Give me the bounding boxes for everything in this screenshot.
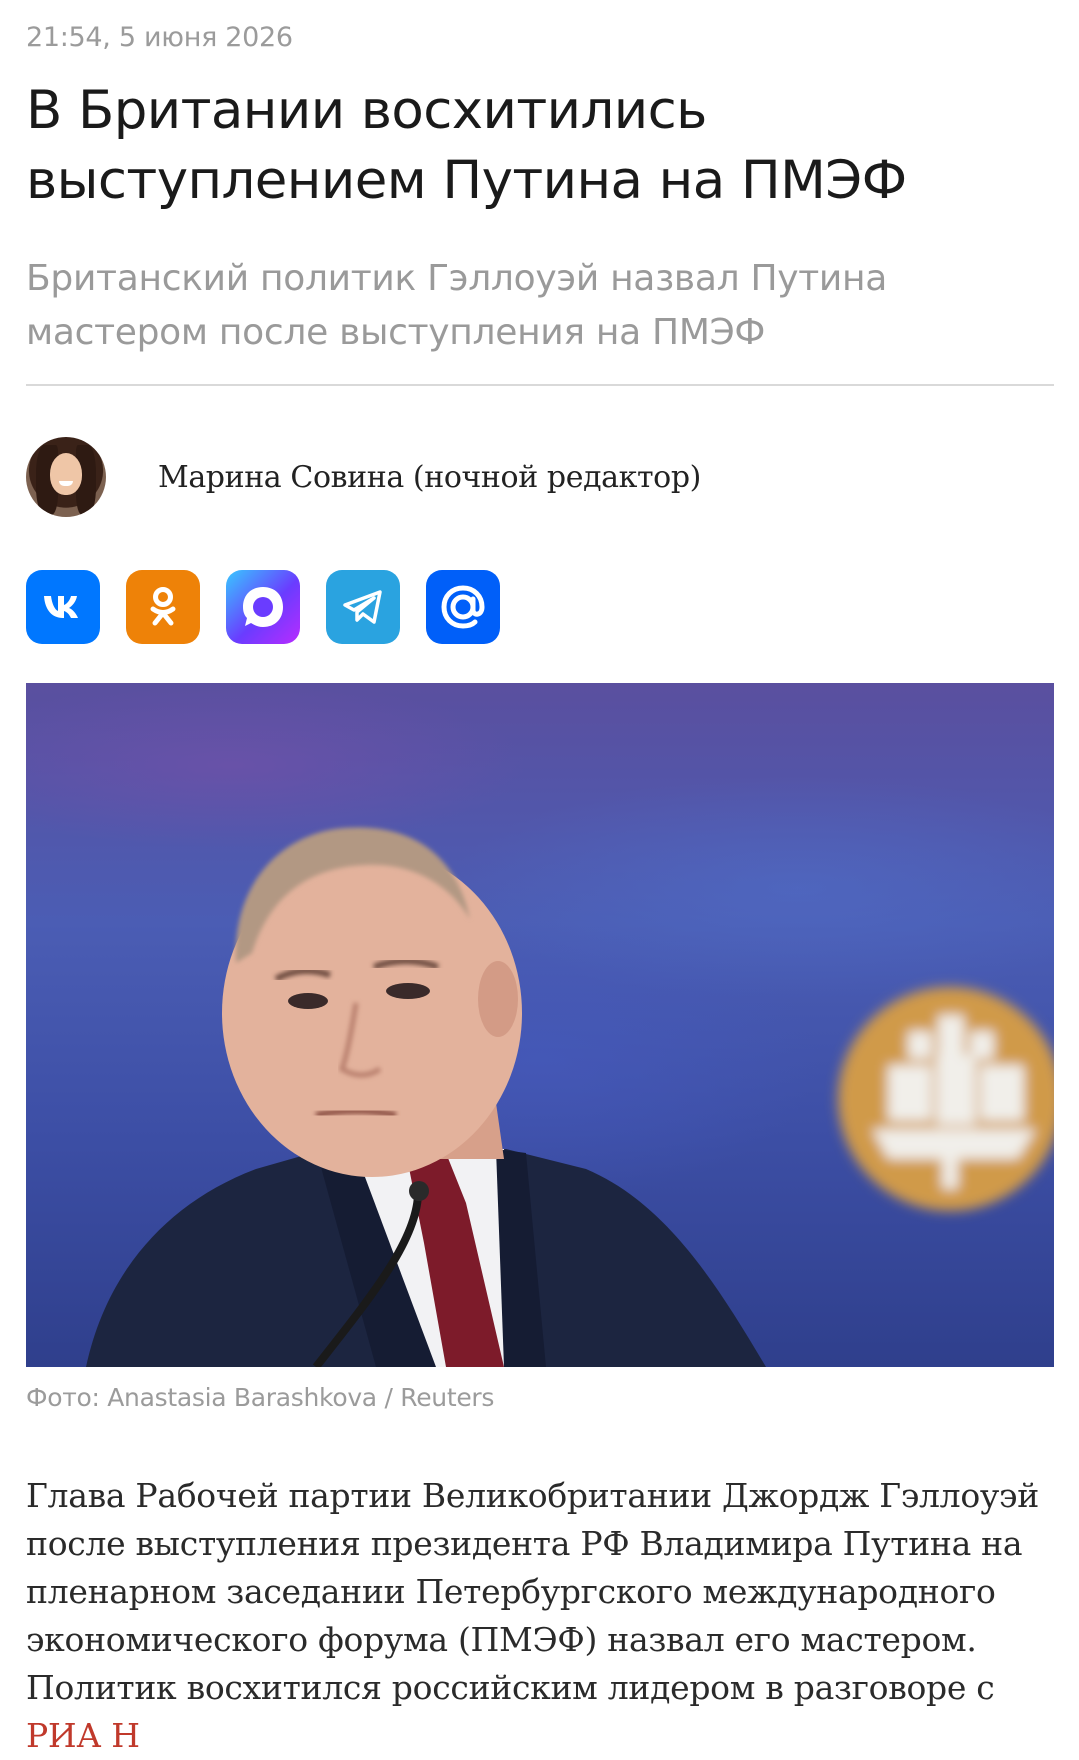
- article-headline: В Британии восхитились выступлением Пути…: [26, 80, 907, 211]
- article-body: Глава Рабочей партии Великобритании Джор…: [26, 1472, 1054, 1760]
- share-telegram-button[interactable]: [326, 570, 400, 644]
- article-body-text: Глава Рабочей партии Великобритании Джор…: [26, 1476, 1039, 1707]
- photo-illustration: [86, 827, 1054, 1367]
- source-link[interactable]: РИА Н: [26, 1716, 140, 1755]
- forum-logo: [838, 987, 1054, 1211]
- author-block[interactable]: Марина Совина (ночной редактор): [26, 436, 701, 518]
- publish-timestamp: 21:54, 5 июня 2026: [26, 22, 293, 53]
- share-ok-button[interactable]: [126, 570, 200, 644]
- max-messenger-icon: [243, 587, 283, 627]
- article-subtitle: Британский политик Гэллоуэй назвал Путин…: [26, 258, 887, 353]
- share-vk-button[interactable]: [26, 570, 100, 644]
- photo-caption: Фото: Anastasia Barashkova / Reuters: [26, 1383, 495, 1412]
- vk-icon: [44, 596, 78, 618]
- share-buttons: [26, 570, 500, 644]
- telegram-icon: [343, 590, 382, 624]
- author-name[interactable]: Марина Совина (ночной редактор): [158, 460, 701, 495]
- share-max-button[interactable]: [226, 570, 300, 644]
- author-avatar[interactable]: [26, 437, 106, 517]
- share-mail-button[interactable]: [426, 570, 500, 644]
- article-photo[interactable]: [26, 683, 1054, 1367]
- ok-icon: [150, 587, 176, 626]
- at-sign-icon: [441, 585, 485, 629]
- divider: [26, 384, 1054, 386]
